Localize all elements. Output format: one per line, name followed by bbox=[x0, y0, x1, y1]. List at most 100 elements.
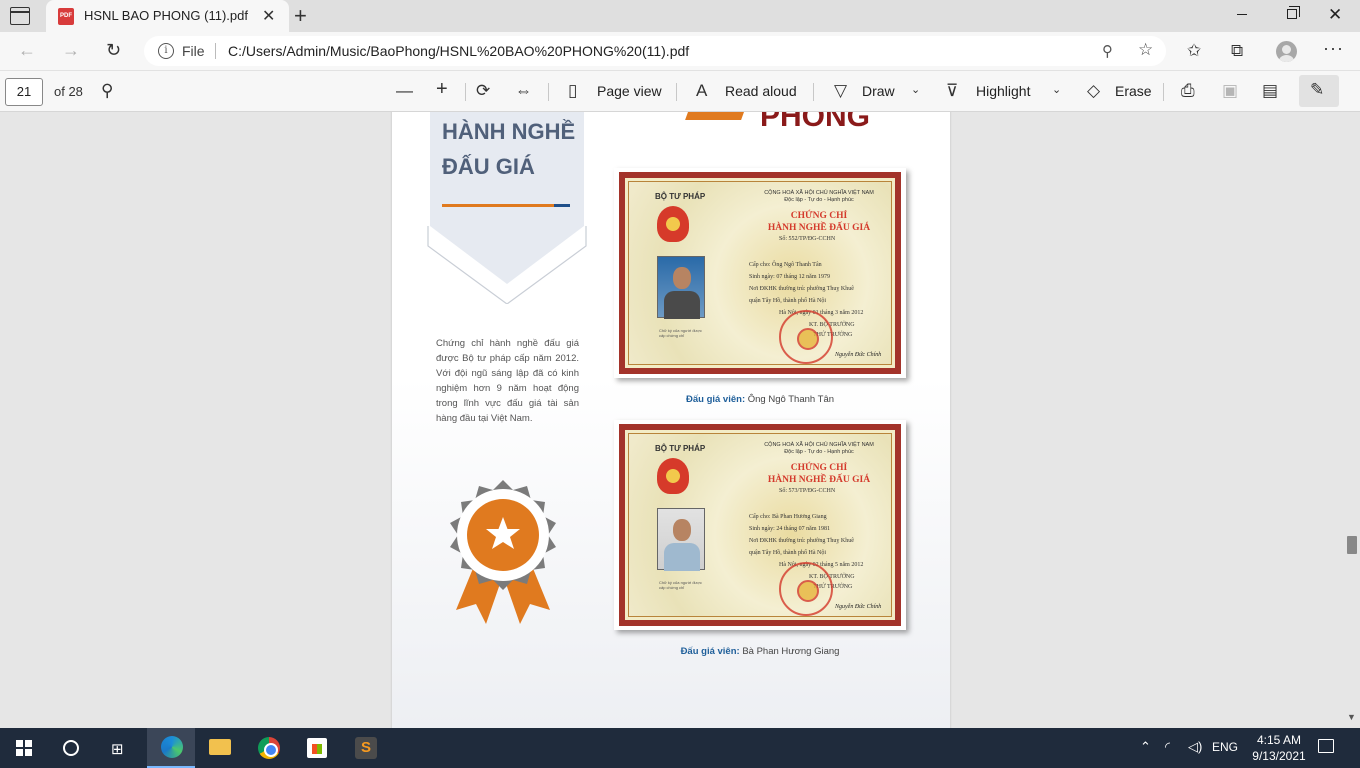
document-viewer[interactable]: HÀNH NGHỀ ĐẤU GIÁ PHONG Chứng chỉ hành n… bbox=[0, 112, 1344, 728]
taskbar: ⊞ S ⌃ ◜ ◁) ENG 4:15 AM 9/13/2021 bbox=[0, 728, 1360, 768]
windows-start-icon[interactable] bbox=[16, 740, 32, 756]
clock[interactable]: 4:15 AM 9/13/2021 bbox=[1248, 732, 1310, 764]
header-line: CỘNG HOÀ XÃ HỘI CHỦ NGHĨA VIỆT NAM bbox=[764, 190, 874, 196]
sublime-taskbar-app[interactable]: S bbox=[342, 728, 390, 768]
certificate-ministry: BỘ TƯ PHÁP bbox=[655, 444, 706, 453]
close-tab-icon[interactable]: ✕ bbox=[262, 6, 275, 26]
back-button[interactable]: ← bbox=[18, 40, 36, 61]
certificate-frame: BỘ TƯ PHÁP Chữ ký của người được cấp chứ… bbox=[619, 424, 901, 626]
draw-button[interactable]: Draw bbox=[862, 83, 895, 99]
refresh-button[interactable]: ↻ bbox=[106, 40, 121, 61]
page-view-icon[interactable]: ▯ bbox=[568, 81, 577, 101]
holder-name: Cấp cho: Bà Phan Hương Giang bbox=[749, 514, 827, 520]
pin-toolbar-button[interactable]: ✎ bbox=[1299, 75, 1339, 107]
chevron-up-icon[interactable]: ⌃ bbox=[1140, 739, 1151, 755]
divider bbox=[813, 83, 814, 101]
zoom-icon[interactable]: ⚲ bbox=[1102, 42, 1113, 60]
task-view-icon[interactable]: ⊞ bbox=[111, 740, 124, 758]
page-view-button[interactable]: Page view bbox=[597, 83, 662, 99]
accent-line bbox=[442, 204, 554, 207]
zoom-in-icon[interactable]: + bbox=[436, 78, 448, 101]
certificate-card: BỘ TƯ PHÁP Chữ ký của người được cấp chứ… bbox=[614, 168, 906, 378]
caption-label: Đấu giá viên: bbox=[685, 394, 746, 405]
settings-menu-icon[interactable]: ··· bbox=[1323, 38, 1344, 59]
section-title-line: HÀNH NGHỀ bbox=[442, 119, 576, 144]
clock-date: 9/13/2021 bbox=[1252, 749, 1306, 763]
close-window-button[interactable]: ✕ bbox=[1328, 5, 1342, 25]
store-taskbar-app[interactable] bbox=[293, 728, 341, 768]
scroll-down-icon[interactable]: ▼ bbox=[1347, 712, 1356, 722]
divider bbox=[548, 83, 549, 101]
tab-title: HSNL BAO PHONG (11).pdf bbox=[84, 8, 248, 23]
certificate-caption: Đấu giá viên: Bà Phan Hương Giang bbox=[614, 646, 906, 657]
network-icon[interactable]: ◜ bbox=[1165, 739, 1170, 755]
erase-button[interactable]: Erase bbox=[1115, 83, 1152, 99]
award-badge-icon bbox=[450, 480, 556, 624]
url-text[interactable]: C:/Users/Admin/Music/BaoPhong/HSNL%20BAO… bbox=[228, 43, 689, 59]
forward-button[interactable]: → bbox=[62, 40, 80, 61]
red-seal-stamp bbox=[779, 310, 833, 364]
photo-body bbox=[664, 291, 700, 319]
address-bar: ← → ↻ i File C:/Users/Admin/Music/BaoPho… bbox=[0, 32, 1360, 70]
photo-body bbox=[664, 543, 700, 571]
description-text: Chứng chỉ hành nghề đấu giá được Bộ tư p… bbox=[436, 338, 579, 424]
draw-icon[interactable]: ▽ bbox=[834, 81, 847, 101]
residence: Nơi ĐKHK thường trú: phường Thuỵ Khuê bbox=[749, 538, 854, 544]
highlight-icon[interactable]: ⊽ bbox=[946, 81, 958, 101]
file-explorer-taskbar-app[interactable] bbox=[195, 728, 243, 768]
certificate-title: CHỨNG CHỈ HÀNH NGHỀ ĐẤU GIÁ bbox=[749, 462, 889, 486]
url-scheme-label: File bbox=[182, 43, 205, 59]
search-icon[interactable]: ⚲ bbox=[101, 81, 113, 101]
certificate-body: BỘ TƯ PHÁP Chữ ký của người được cấp chứ… bbox=[628, 433, 892, 617]
scrollbar-thumb[interactable] bbox=[1347, 536, 1357, 554]
new-tab-button[interactable]: + bbox=[294, 3, 307, 29]
minimize-button[interactable] bbox=[1237, 14, 1247, 15]
certificate-body: BỘ TƯ PHÁP Chữ ký của người được cấp chứ… bbox=[628, 181, 892, 365]
red-seal-stamp bbox=[779, 562, 833, 616]
save-as-icon[interactable]: ▤ bbox=[1262, 81, 1278, 101]
read-aloud-button[interactable]: Read aloud bbox=[725, 83, 797, 99]
info-icon[interactable]: i bbox=[158, 43, 174, 59]
caption-name: Bà Phan Hương Giang bbox=[742, 646, 840, 657]
collections-icon[interactable]: ⧉ bbox=[1231, 41, 1243, 61]
certificate-signature-note: Chữ ký của người được cấp chứng chỉ bbox=[659, 580, 702, 590]
highlight-button[interactable]: Highlight bbox=[976, 83, 1030, 99]
rotate-icon[interactable]: ⟳ bbox=[476, 81, 490, 101]
maximize-button[interactable] bbox=[1287, 6, 1300, 19]
district: quận Tây Hồ, thành phố Hà Nội bbox=[749, 298, 827, 304]
search-icon[interactable] bbox=[63, 740, 79, 756]
national-emblem-icon bbox=[657, 458, 689, 494]
tab-active[interactable]: PDF HSNL BAO PHONG (11).pdf ✕ bbox=[46, 0, 289, 32]
favorites-icon[interactable]: ✩ bbox=[1187, 41, 1201, 61]
certificate-card: BỘ TƯ PHÁP Chữ ký của người được cấp chứ… bbox=[614, 420, 906, 630]
url-field[interactable]: i File C:/Users/Admin/Music/BaoPhong/HSN… bbox=[144, 36, 1166, 66]
language-indicator[interactable]: ENG bbox=[1212, 740, 1238, 754]
zoom-out-icon[interactable]: — bbox=[396, 81, 413, 101]
volume-icon[interactable]: ◁) bbox=[1188, 739, 1202, 755]
national-emblem-icon bbox=[657, 206, 689, 242]
notification-icon[interactable] bbox=[1318, 739, 1334, 753]
chevron-down-icon[interactable]: ⌄ bbox=[911, 83, 920, 96]
print-icon[interactable]: ⎙ bbox=[1181, 81, 1195, 101]
page-total: of 28 bbox=[54, 84, 83, 99]
chrome-icon bbox=[258, 737, 280, 759]
edge-taskbar-app[interactable] bbox=[147, 728, 195, 768]
certificate-header: CỘNG HOÀ XÃ HỘI CHỦ NGHĨA VIỆT NAM Độc l… bbox=[759, 442, 879, 456]
profile-avatar[interactable] bbox=[1276, 41, 1297, 62]
pdf-file-icon: PDF bbox=[58, 8, 74, 25]
photo-head bbox=[673, 519, 691, 541]
read-aloud-icon[interactable]: A bbox=[696, 81, 707, 101]
page-number-input[interactable]: 21 bbox=[5, 78, 43, 106]
fit-page-icon[interactable]: ⇔ bbox=[515, 81, 532, 101]
add-favorite-icon[interactable]: ☆ bbox=[1138, 40, 1153, 60]
signer-name: Nguyễn Đức Chính bbox=[835, 352, 882, 358]
save-icon[interactable]: ▣ bbox=[1222, 81, 1238, 101]
vertical-scrollbar[interactable]: ▼ bbox=[1344, 112, 1360, 728]
chevron-down-icon[interactable]: ⌄ bbox=[1052, 83, 1061, 96]
certificate-header: CỘNG HOÀ XÃ HỘI CHỦ NGHĨA VIỆT NAM Độc l… bbox=[759, 190, 879, 204]
chrome-taskbar-app[interactable] bbox=[244, 728, 292, 768]
pdf-toolbar: 21 of 28 ⚲ — + ⟳ ⇔ ▯ Page view A Read al… bbox=[0, 70, 1360, 112]
eraser-icon[interactable]: ◇ bbox=[1087, 81, 1100, 101]
tab-actions-icon[interactable] bbox=[10, 7, 30, 25]
motto-line: Độc lập - Tự do - Hạnh phúc bbox=[784, 449, 854, 455]
